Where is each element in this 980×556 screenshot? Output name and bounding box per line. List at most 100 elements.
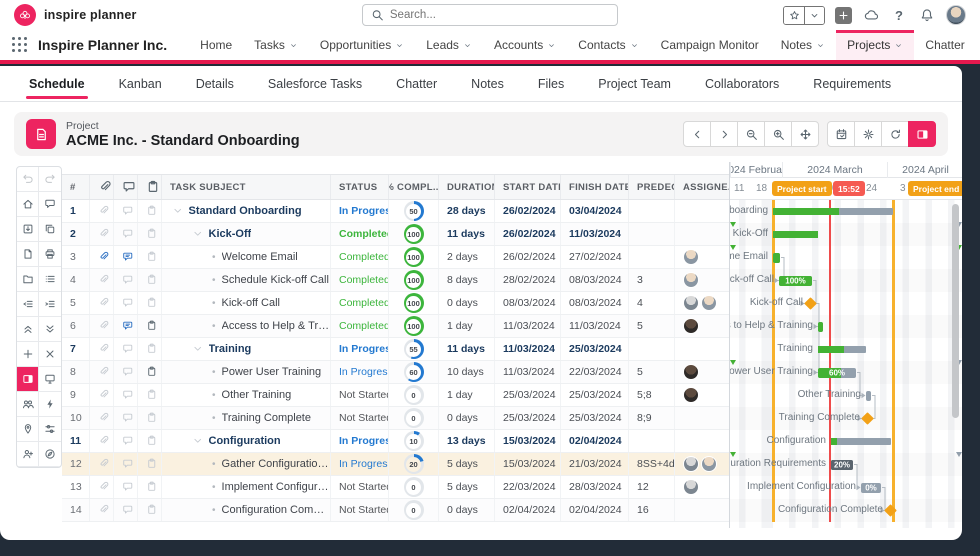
subject-cell[interactable]: • Implement Configuration <box>162 476 331 498</box>
nav-tab-contacts[interactable]: Contacts <box>567 30 649 60</box>
finish-date-cell[interactable]: 22/03/2024 <box>561 361 629 383</box>
notifications-button[interactable] <box>918 6 936 24</box>
fit-button[interactable] <box>791 121 819 147</box>
predecessor-cell[interactable] <box>629 430 675 452</box>
percent-cell[interactable]: 20 <box>389 453 439 475</box>
finish-date-cell[interactable]: 08/03/2024 <box>561 292 629 314</box>
salesforce-task-cell[interactable] <box>138 361 162 383</box>
search-input[interactable] <box>389 9 609 21</box>
expand-all-button[interactable] <box>39 317 61 342</box>
salesforce-task-cell[interactable] <box>138 499 162 521</box>
start-date-cell[interactable]: 22/03/2024 <box>495 476 561 498</box>
status-cell[interactable]: Completed <box>331 269 389 291</box>
finish-date-cell[interactable]: 02/04/2024 <box>561 430 629 452</box>
percent-cell[interactable]: 100 <box>389 246 439 268</box>
calendar-button[interactable] <box>827 121 855 147</box>
salesforce-task-cell[interactable] <box>138 384 162 406</box>
app-launcher-icon[interactable] <box>12 37 28 53</box>
task-bar[interactable]: 0% <box>861 482 881 493</box>
predecessor-cell[interactable]: 4 <box>629 292 675 314</box>
status-cell[interactable]: In Progress <box>331 453 389 475</box>
chatter-cell[interactable] <box>114 246 138 268</box>
column-header--compl-[interactable]: % COMPL... <box>389 175 439 199</box>
task-row-3[interactable]: 3 • Welcome Email Completed 100 2 days 26/02/2… <box>62 246 729 269</box>
attachment-cell[interactable] <box>90 200 114 222</box>
duration-cell[interactable]: 10 days <box>439 361 495 383</box>
document-button[interactable] <box>17 242 39 267</box>
task-row-12[interactable]: 12 • Gather Configuration Requirements In P… <box>62 453 729 476</box>
duration-cell[interactable]: 11 days <box>439 338 495 360</box>
finish-date-cell[interactable]: 27/02/2024 <box>561 246 629 268</box>
start-date-cell[interactable]: 26/02/2024 <box>495 246 561 268</box>
indent-button[interactable] <box>39 292 61 317</box>
duration-cell[interactable]: 1 day <box>439 315 495 337</box>
start-date-cell[interactable]: 26/02/2024 <box>495 223 561 245</box>
start-date-cell[interactable]: 11/03/2024 <box>495 361 561 383</box>
start-date-cell[interactable]: 28/02/2024 <box>495 269 561 291</box>
remove-task-button[interactable] <box>39 342 61 367</box>
column-header-assigne-[interactable]: ASSIGNE... <box>675 175 729 199</box>
finish-date-cell[interactable]: 25/03/2024 <box>561 338 629 360</box>
chatter-cell[interactable] <box>114 499 138 521</box>
redo-button[interactable] <box>39 167 61 192</box>
column-header-start-date[interactable]: START DATE <box>495 175 561 199</box>
assignee-cell[interactable] <box>675 476 729 498</box>
task-row-11[interactable]: 11 Configuration In Progress 10 13 days 15/03… <box>62 430 729 453</box>
favorites-star-button[interactable] <box>784 6 804 24</box>
salesforce-task-cell[interactable] <box>138 453 162 475</box>
side-panel-button[interactable] <box>17 367 39 392</box>
assignee-cell[interactable] <box>675 453 729 475</box>
status-cell[interactable]: Not Started <box>331 407 389 429</box>
tab-collaborators[interactable]: Collaborators <box>688 66 796 102</box>
quick-add-button[interactable] <box>39 392 61 417</box>
tab-schedule[interactable]: Schedule <box>12 66 102 102</box>
chevron-down-icon[interactable] <box>172 205 184 217</box>
undo-button[interactable] <box>17 167 39 192</box>
task-row-2[interactable]: 2 Kick-Off Completed 100 11 days 26/02/2024 11… <box>62 223 729 246</box>
column-header-finish-date[interactable]: FINISH DATE <box>561 175 629 199</box>
task-row-4[interactable]: 4 • Schedule Kick-off Call Completed 100 8 da… <box>62 269 729 292</box>
salesforce-task-cell[interactable] <box>138 476 162 498</box>
nav-tab-leads[interactable]: Leads <box>415 30 483 60</box>
global-add-button[interactable] <box>835 6 852 24</box>
percent-cell[interactable]: 0 <box>389 384 439 406</box>
nav-tab-time-tracker[interactable]: Time Tracker <box>976 30 980 60</box>
assignee-cell[interactable] <box>675 315 729 337</box>
assignee-cell[interactable] <box>675 384 729 406</box>
column-header-duration[interactable]: DURATION <box>439 175 495 199</box>
predecessor-cell[interactable] <box>629 200 675 222</box>
column-header-predec-[interactable]: PREDEC... <box>629 175 675 199</box>
assignee-avatar[interactable] <box>683 272 699 288</box>
side-panel-button[interactable] <box>908 121 936 147</box>
finish-date-cell[interactable]: 02/04/2024 <box>561 499 629 521</box>
chatter-cell[interactable] <box>114 223 138 245</box>
chevron-down-icon[interactable] <box>192 343 204 355</box>
collapse-all-button[interactable] <box>17 317 39 342</box>
assignee-avatar[interactable] <box>701 456 717 472</box>
assignee-cell[interactable] <box>675 407 729 429</box>
nav-tab-notes[interactable]: Notes <box>770 30 836 60</box>
duration-cell[interactable]: 13 days <box>439 430 495 452</box>
folder-button[interactable] <box>17 267 39 292</box>
predecessor-cell[interactable]: 8;9 <box>629 407 675 429</box>
attachment-cell[interactable] <box>90 476 114 498</box>
duration-cell[interactable]: 0 days <box>439 407 495 429</box>
salesforce-task-cell[interactable] <box>138 246 162 268</box>
status-cell[interactable]: In Progress <box>331 338 389 360</box>
start-date-cell[interactable]: 11/03/2024 <box>495 338 561 360</box>
nav-tab-chatter[interactable]: Chatter <box>914 30 975 60</box>
resources-button[interactable] <box>17 392 39 417</box>
start-date-cell[interactable]: 26/02/2024 <box>495 200 561 222</box>
assignee-cell[interactable] <box>675 361 729 383</box>
status-cell[interactable]: Completed <box>331 315 389 337</box>
chatter-cell[interactable] <box>114 269 138 291</box>
status-cell[interactable]: In Progress <box>331 361 389 383</box>
task-row-9[interactable]: 9 • Other Training Not Started 0 1 day 25/03/2… <box>62 384 729 407</box>
chatter-cell[interactable] <box>114 338 138 360</box>
predecessor-cell[interactable]: 3 <box>629 269 675 291</box>
task-row-5[interactable]: 5 • Kick-off Call Completed 100 0 days 08/03/2… <box>62 292 729 315</box>
predecessor-cell[interactable] <box>629 246 675 268</box>
column-header-#[interactable]: # <box>62 175 90 199</box>
salesforce-task-cell[interactable] <box>138 269 162 291</box>
attachment-cell[interactable] <box>90 223 114 245</box>
